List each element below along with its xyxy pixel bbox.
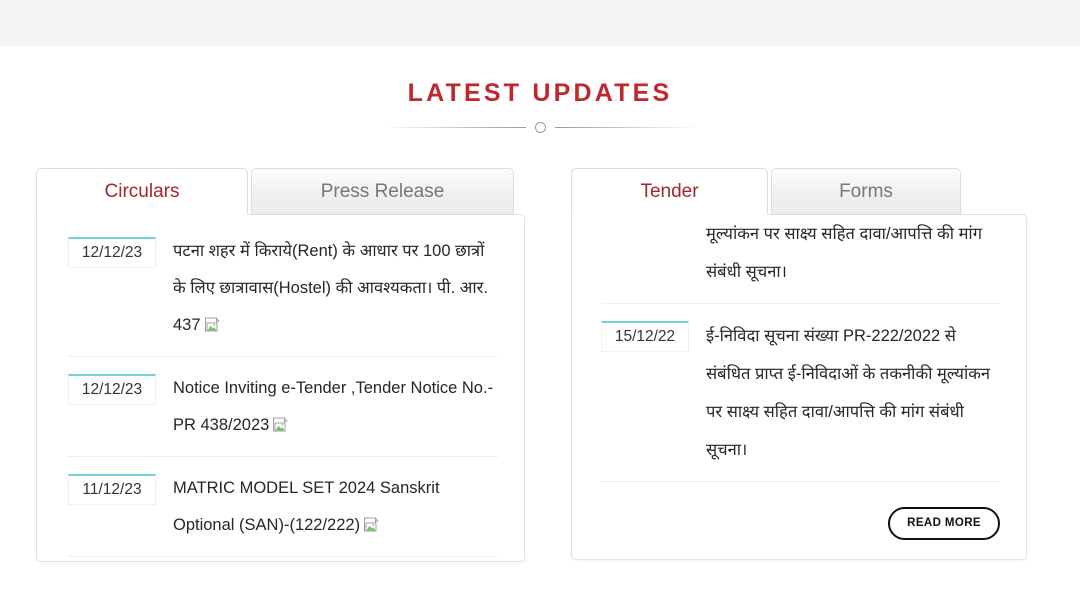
tab-circulars[interactable]: Circulars [36, 168, 248, 215]
tab-tender[interactable]: Tender [571, 168, 768, 215]
item-title[interactable]: ई-निविदा सूचना संख्या PR-222/2022 से संब… [706, 317, 1000, 469]
item-title[interactable]: पटना शहर में किराये(Rent) के आधार पर 100… [173, 233, 498, 344]
tab-list-right: Tender Forms [571, 168, 1027, 215]
page-root: LATEST UPDATES Circulars Press Release 1… [0, 0, 1080, 597]
title-divider [0, 122, 1080, 133]
divider-line-right [554, 127, 700, 128]
item-date: 15/12/22 [601, 321, 689, 352]
tab-forms[interactable]: Forms [771, 168, 961, 215]
broken-image-icon [363, 510, 379, 532]
top-bar [0, 0, 1080, 46]
item-date: 11/12/23 [68, 474, 156, 505]
item-title-text: Notice Inviting e-Tender ,Tender Notice … [173, 379, 494, 434]
list-item[interactable]: मूल्यांकन पर साक्ष्य सहित दावा/आपत्ति की… [601, 215, 1000, 304]
circulars-list[interactable]: 12/12/23 पटना शहर में किराये(Rent) के आध… [37, 215, 524, 561]
tender-panel: Tender Forms मूल्यांकन पर साक्ष्य सहित द… [571, 168, 1027, 560]
item-date: 12/12/23 [68, 237, 156, 268]
item-title-text: MATRIC MODEL SET 2024 Sanskrit Optional … [173, 479, 440, 534]
item-date: 12/12/23 [68, 374, 156, 405]
item-title[interactable]: Notice Inviting e-Tender ,Tender Notice … [173, 370, 498, 444]
tab-forms-label: Forms [839, 180, 893, 202]
tab-list-left: Circulars Press Release [36, 168, 525, 215]
list-item[interactable]: 12/12/23 पटना शहर में किराये(Rent) के आध… [68, 233, 498, 357]
item-title[interactable]: मूल्यांकन पर साक्ष्य सहित दावा/आपत्ति की… [706, 215, 1000, 291]
tender-tab-body: मूल्यांकन पर साक्ष्य सहित दावा/आपत्ति की… [571, 214, 1027, 560]
tab-circulars-label: Circulars [104, 180, 180, 202]
list-item[interactable]: 12/12/23 Notice Inviting e-Tender ,Tende… [68, 370, 498, 457]
item-title[interactable]: MATRIC MODEL SET 2024 Sanskrit Optional … [173, 470, 498, 544]
tab-tender-label: Tender [640, 180, 699, 202]
read-more-container: READ MORE [888, 507, 1000, 540]
broken-image-icon [272, 410, 289, 432]
broken-image-icon [204, 310, 220, 332]
tender-list[interactable]: मूल्यांकन पर साक्ष्य सहित दावा/आपत्ति की… [572, 215, 1026, 482]
divider-line-left [380, 127, 526, 128]
read-more-button[interactable]: READ MORE [888, 507, 1000, 540]
tab-press-release[interactable]: Press Release [251, 168, 514, 215]
list-item[interactable]: 11/12/23 MATRIC MODEL SET 2024 Sanskrit … [68, 470, 498, 557]
circulars-panel: Circulars Press Release 12/12/23 पटना शह… [36, 168, 525, 562]
page-title: LATEST UPDATES [407, 79, 673, 107]
list-item[interactable]: 15/12/22 ई-निविदा सूचना संख्या PR-222/20… [601, 317, 1000, 482]
circulars-tab-body: 12/12/23 पटना शहर में किराये(Rent) के आध… [36, 214, 525, 562]
tab-press-release-label: Press Release [320, 180, 445, 202]
item-title-text: पटना शहर में किराये(Rent) के आधार पर 100… [173, 242, 488, 334]
divider-circle-icon [534, 122, 546, 133]
section-header: LATEST UPDATES [0, 78, 1080, 108]
